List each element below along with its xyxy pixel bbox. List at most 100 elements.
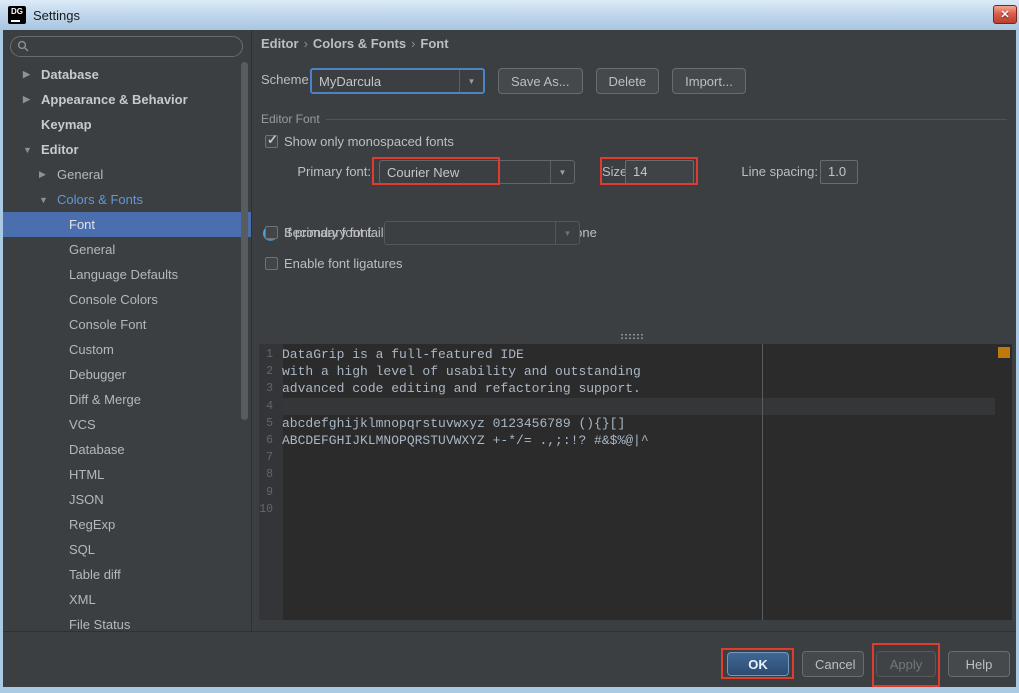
- sidebar-item-table-diff[interactable]: Table diff: [3, 562, 251, 587]
- secondary-font-label: Secondary font:: [284, 221, 375, 245]
- sidebar-item-file-status[interactable]: File Status: [3, 612, 251, 631]
- preview-text: abcdefghijklmnopqrstuvwxyz 0123456789 ()…: [278, 415, 625, 432]
- help-button[interactable]: Help: [948, 651, 1010, 677]
- secondary-font-checkbox[interactable]: ✓: [265, 226, 278, 239]
- sidebar-item-console-colors[interactable]: Console Colors: [3, 287, 251, 312]
- secondary-font-combobox[interactable]: ▼: [384, 221, 580, 245]
- sidebar-item-xml[interactable]: XML: [3, 587, 251, 612]
- preview-line-8: 8: [259, 466, 1012, 483]
- save-as-button[interactable]: Save As...: [498, 68, 583, 94]
- monospaced-checkbox[interactable]: ✓: [265, 135, 278, 148]
- sidebar-item-database[interactable]: Database: [3, 437, 251, 462]
- preview-line-2: 2with a high level of usability and outs…: [259, 363, 1012, 380]
- error-stripe-marker: [998, 347, 1010, 358]
- sidebar-item-database[interactable]: ▶Database: [3, 62, 251, 87]
- sidebar-item-label: Debugger: [69, 367, 126, 382]
- sidebar-item-html[interactable]: HTML: [3, 462, 251, 487]
- ok-button[interactable]: OK: [727, 652, 789, 676]
- chevron-collapsed-icon[interactable]: ▶: [37, 169, 57, 180]
- line-number: 9: [259, 484, 278, 501]
- preview-line-10: 10: [259, 501, 1012, 518]
- sidebar-item-colors-fonts[interactable]: ▼Colors & Fonts: [3, 187, 251, 212]
- sidebar-item-diff-merge[interactable]: Diff & Merge: [3, 387, 251, 412]
- breadcrumb-part: Editor: [261, 36, 299, 51]
- preview-line-9: 9: [259, 484, 1012, 501]
- search-icon: [17, 40, 30, 53]
- sidebar-item-general[interactable]: General: [3, 237, 251, 262]
- search-box[interactable]: [10, 36, 243, 57]
- preview-text: DataGrip is a full-featured IDE: [278, 346, 524, 363]
- datagrip-app-icon: DG: [8, 6, 26, 24]
- preview-text: [278, 484, 282, 501]
- sidebar-item-debugger[interactable]: Debugger: [3, 362, 251, 387]
- preview-text: advanced code editing and refactoring su…: [278, 380, 641, 397]
- settings-tree: ▶Database▶Appearance & BehaviorKeymap▼Ed…: [3, 62, 251, 631]
- sidebar-item-editor[interactable]: ▼Editor: [3, 137, 251, 162]
- sidebar-item-custom[interactable]: Custom: [3, 337, 251, 362]
- close-button[interactable]: ✕: [993, 5, 1017, 24]
- preview-text: [278, 398, 282, 415]
- sidebar-item-label: Table diff: [69, 567, 121, 582]
- sidebar-scrollbar[interactable]: [241, 62, 248, 420]
- delete-button[interactable]: Delete: [596, 68, 660, 94]
- sidebar-item-label: Diff & Merge: [69, 392, 141, 407]
- breadcrumb-separator: ›: [299, 36, 313, 51]
- line-number: 6: [259, 432, 278, 449]
- sidebar-item-font[interactable]: Font: [3, 212, 251, 237]
- apply-button: Apply: [876, 651, 936, 677]
- sidebar-item-sql[interactable]: SQL: [3, 537, 251, 562]
- line-number: 1: [259, 346, 278, 363]
- sidebar-item-appearance-behavior[interactable]: ▶Appearance & Behavior: [3, 87, 251, 112]
- sidebar-item-label: Appearance & Behavior: [41, 92, 188, 107]
- preview-line-7: 7: [259, 449, 1012, 466]
- primary-font-value: Courier New: [380, 165, 550, 180]
- sidebar-item-label: Colors & Fonts: [57, 192, 143, 207]
- preview-line-1: 1DataGrip is a full-featured IDE: [259, 346, 1012, 363]
- splitter-handle[interactable]: [620, 333, 644, 340]
- search-input[interactable]: [30, 40, 220, 54]
- ligatures-checkbox[interactable]: ✓: [265, 257, 278, 270]
- sidebar-item-label: Console Colors: [69, 292, 158, 307]
- sidebar-item-console-font[interactable]: Console Font: [3, 312, 251, 337]
- size-field[interactable]: 14: [625, 160, 694, 184]
- sidebar-item-label: Language Defaults: [69, 267, 178, 282]
- chevron-down-icon[interactable]: ▼: [459, 70, 483, 92]
- chevron-down-icon: ▼: [555, 222, 579, 244]
- sidebar-item-general[interactable]: ▶General: [3, 162, 251, 187]
- sidebar-item-regexp[interactable]: RegExp: [3, 512, 251, 537]
- scheme-combobox[interactable]: MyDarcula ▼: [310, 68, 485, 94]
- line-number: 8: [259, 466, 278, 483]
- chevron-expanded-icon[interactable]: ▼: [37, 195, 57, 205]
- line-number: 10: [259, 501, 278, 518]
- sidebar-item-label: File Status: [69, 617, 130, 631]
- monospaced-label: Show only monospaced fonts: [284, 134, 454, 149]
- chevron-down-icon[interactable]: ▼: [550, 161, 574, 183]
- group-divider: [326, 119, 1007, 120]
- preview-line-3: 3advanced code editing and refactoring s…: [259, 380, 1012, 397]
- preview-text: with a high level of usability and outst…: [278, 363, 641, 380]
- chevron-collapsed-icon[interactable]: ▶: [21, 94, 41, 105]
- line-number: 3: [259, 380, 278, 397]
- preview-line-4: 4: [259, 398, 1012, 415]
- sidebar-item-keymap[interactable]: Keymap: [3, 112, 251, 137]
- import-button[interactable]: Import...: [672, 68, 746, 94]
- sidebar-item-language-defaults[interactable]: Language Defaults: [3, 262, 251, 287]
- chevron-collapsed-icon[interactable]: ▶: [21, 69, 41, 80]
- preview-lines: 1DataGrip is a full-featured IDE2with a …: [259, 346, 1012, 518]
- sidebar-item-label: VCS: [69, 417, 96, 432]
- preview-line-5: 5abcdefghijklmnopqrstuvwxyz 0123456789 (…: [259, 415, 1012, 432]
- sidebar-item-label: Editor: [41, 142, 79, 157]
- primary-font-combobox[interactable]: Courier New ▼: [379, 160, 575, 184]
- line-spacing-field[interactable]: 1.0: [820, 160, 858, 184]
- chevron-expanded-icon[interactable]: ▼: [21, 145, 41, 155]
- cancel-button[interactable]: Cancel: [802, 651, 864, 677]
- sidebar-item-label: General: [69, 242, 115, 257]
- sidebar-item-label: Console Font: [69, 317, 146, 332]
- sidebar-item-json[interactable]: JSON: [3, 487, 251, 512]
- font-preview-editor[interactable]: 1DataGrip is a full-featured IDE2with a …: [259, 344, 1012, 620]
- preview-text: ABCDEFGHIJKLMNOPQRSTUVWXYZ +-*/= .,;:!? …: [278, 432, 649, 449]
- sidebar-item-label: Custom: [69, 342, 114, 357]
- sidebar-item-vcs[interactable]: VCS: [3, 412, 251, 437]
- preview-text: [278, 449, 282, 466]
- sidebar-item-label: HTML: [69, 467, 104, 482]
